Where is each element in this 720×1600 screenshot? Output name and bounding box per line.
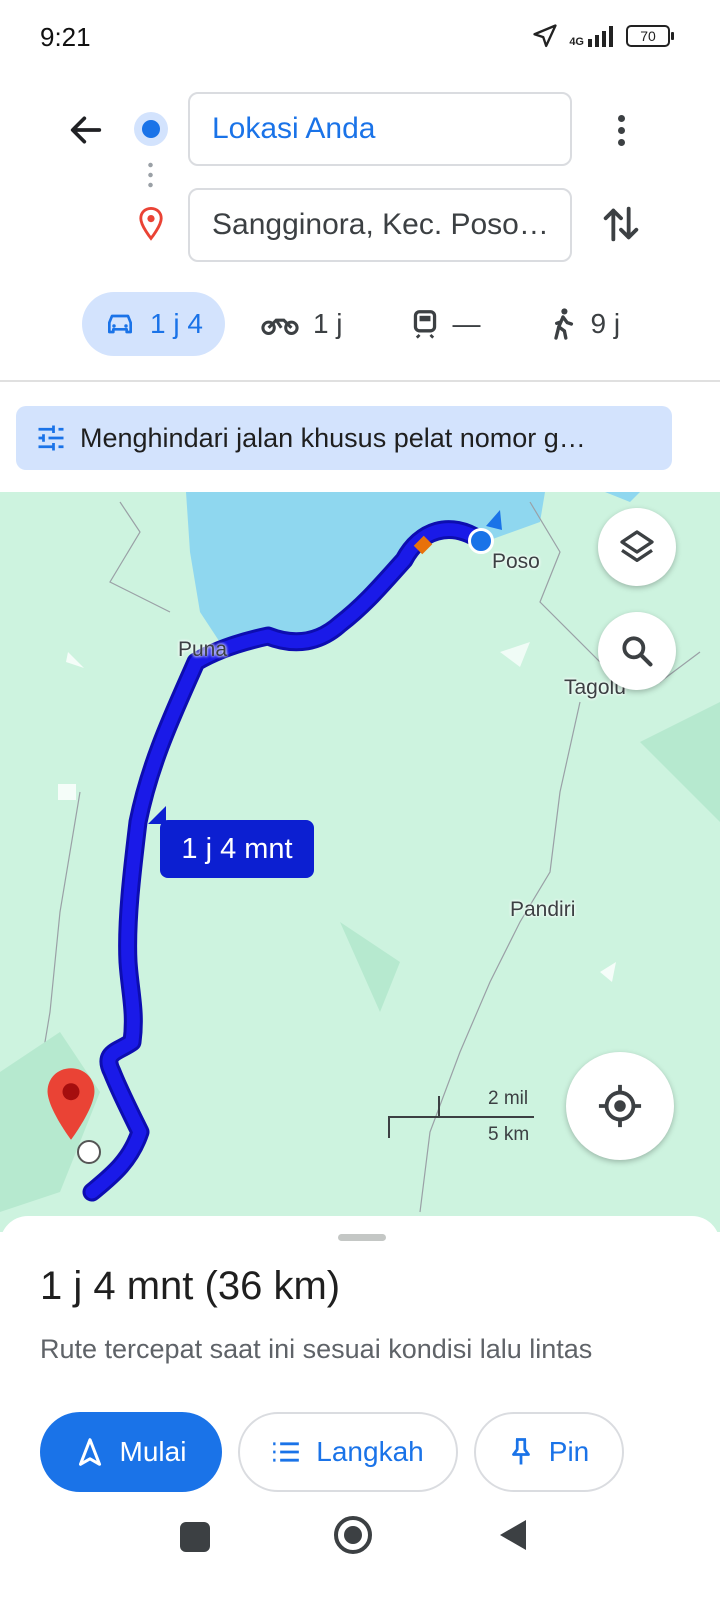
origin-field[interactable]: Lokasi Anda (188, 92, 572, 166)
more-options-button[interactable] (604, 108, 638, 152)
route-duration-bubble[interactable]: 1 j 4 mnt (148, 806, 314, 878)
tab-car-label: 1 j 4 (150, 308, 203, 339)
origin-dot-icon (134, 112, 168, 146)
system-navigation-bar (0, 1510, 720, 1600)
layers-button[interactable] (598, 508, 676, 586)
tab-walk[interactable]: 9 j (527, 292, 643, 356)
navigation-arrow-icon (78, 1438, 101, 1466)
place-label-puna: Puna (178, 638, 228, 661)
tab-motorcycle-label: 1 j (312, 308, 343, 339)
back-arrow-icon (70, 116, 102, 144)
motorcycle-icon (261, 318, 299, 336)
walking-icon (553, 308, 573, 340)
map-view[interactable]: Poso Puna Tagolu Pandiri 1 j 4 mnt 2 mil… (0, 492, 720, 1232)
travel-mode-tabs: 1 j 4 1 j — 9 j (82, 292, 642, 356)
search-icon (622, 636, 653, 667)
back-button[interactable] (66, 110, 110, 150)
crosshair-icon (598, 1084, 642, 1128)
avoid-options-chip[interactable]: Menghindari jalan khusus pelat nomor g… (16, 406, 672, 470)
map-scale: 2 mil 5 km (386, 1084, 536, 1145)
tab-transit[interactable]: — (389, 292, 503, 356)
start-navigation-button[interactable]: Mulai (40, 1412, 222, 1492)
swap-vertical-icon (603, 206, 639, 242)
car-icon (108, 314, 132, 334)
current-location-dot (468, 528, 494, 554)
status-time: 9:21 (40, 22, 91, 52)
tune-sliders-icon (38, 425, 64, 451)
my-location-button[interactable] (566, 1052, 674, 1160)
route-summary-title: 1 j 4 mnt (36 km) (40, 1264, 341, 1308)
battery-icon: 70 (626, 25, 674, 47)
recents-button[interactable] (180, 1522, 210, 1552)
header-divider (0, 380, 720, 382)
search-along-route-button[interactable] (598, 612, 676, 690)
route-dots-icon (148, 160, 153, 190)
location-arrow-icon (533, 24, 557, 48)
status-icons: 4G 70 (531, 22, 674, 50)
tab-car[interactable]: 1 j 4 (82, 292, 225, 356)
pin-button[interactable]: Pin (474, 1412, 624, 1492)
route-end-dot (77, 1140, 101, 1164)
avoid-options-label: Menghindari jalan khusus pelat nomor g… (80, 422, 586, 453)
train-icon (413, 310, 436, 339)
route-summary-subtitle: Rute tercepat saat ini sesuai kondisi la… (40, 1334, 593, 1364)
tab-transit-label: — (452, 308, 481, 339)
tab-motorcycle[interactable]: 1 j (239, 292, 365, 356)
place-label-pandiri: Pandiri (510, 898, 576, 921)
pushpin-icon (511, 1438, 530, 1465)
tab-walk-label: 9 j (590, 308, 621, 339)
destination-marker-icon[interactable] (44, 1066, 98, 1142)
place-label-poso: Poso (492, 550, 540, 573)
destination-field[interactable]: Sangginora, Kec. Poso… (188, 188, 572, 262)
list-icon (273, 1442, 300, 1462)
pin-button-label: Pin (548, 1436, 590, 1467)
steps-button-label: Langkah (316, 1436, 424, 1467)
layers-icon (620, 530, 654, 562)
home-button[interactable] (334, 1516, 372, 1554)
start-button-label: Mulai (119, 1436, 187, 1467)
kebab-menu-icon (617, 114, 625, 146)
back-triangle-icon[interactable] (498, 1518, 528, 1552)
network-type-label: 4G (569, 36, 584, 48)
swap-button[interactable] (598, 200, 644, 248)
destination-pin-icon (139, 206, 163, 241)
scale-km-label: 5 km (488, 1124, 530, 1145)
sheet-drag-handle[interactable] (338, 1234, 386, 1241)
scale-miles-label: 2 mil (488, 1088, 529, 1109)
steps-button[interactable]: Langkah (238, 1412, 458, 1492)
signal-icon (588, 26, 613, 47)
